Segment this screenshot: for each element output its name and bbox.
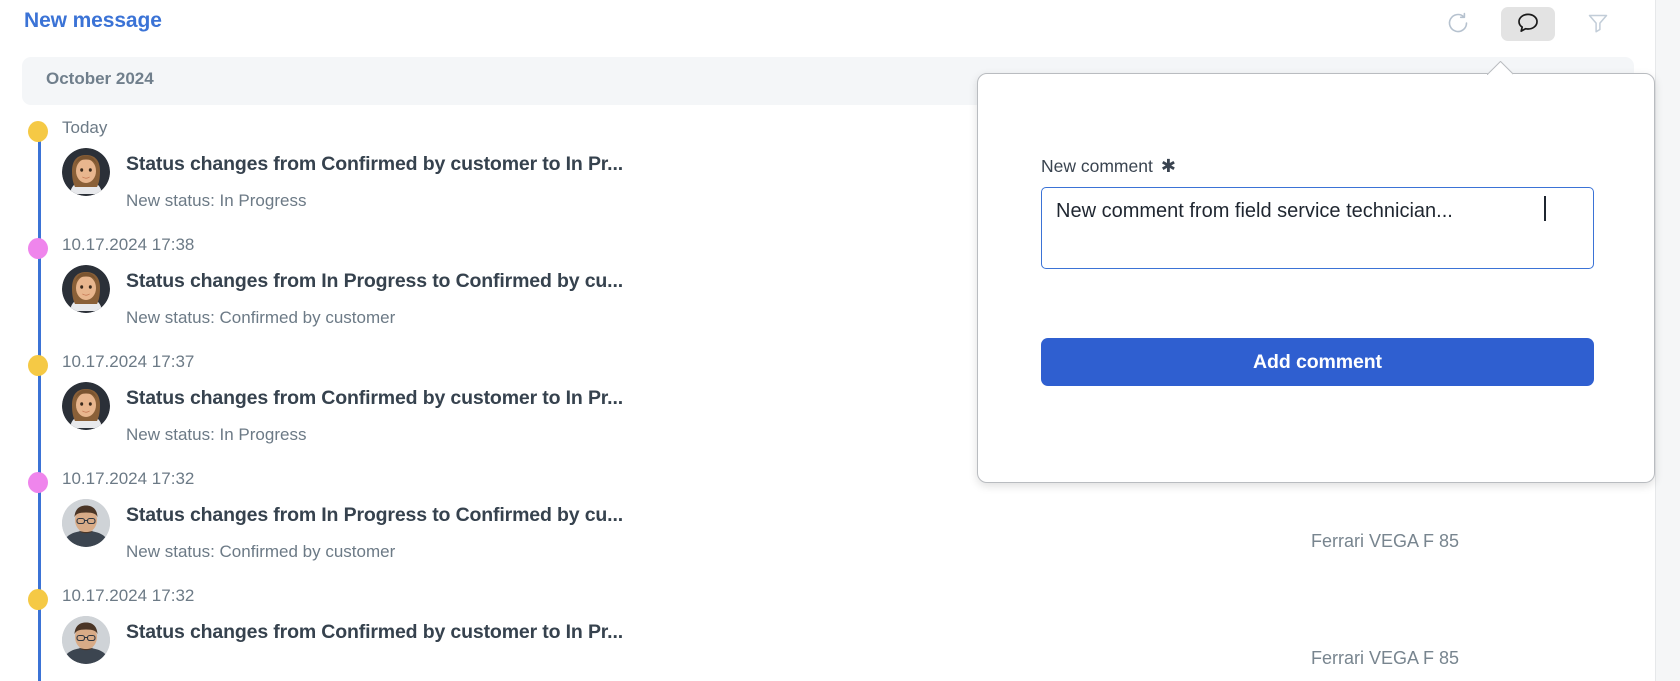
timeline-entry[interactable]: 10.17.2024 17:32 Status changes from Conf… bbox=[0, 586, 1655, 681]
new-comment-label: New comment ✱ bbox=[1041, 156, 1176, 177]
timeline-entry-timestamp: Today bbox=[62, 118, 108, 137]
timeline-status-dot bbox=[28, 355, 48, 376]
popover-body: New comment ✱ Add comment bbox=[978, 74, 1654, 482]
refresh-icon bbox=[1446, 11, 1470, 38]
add-comment-button[interactable]: Add comment bbox=[1041, 338, 1594, 386]
timeline-entry-subtitle: New status: In Progress bbox=[126, 191, 307, 210]
avatar bbox=[62, 265, 110, 313]
comments-timeline-screen: New message October 2024 Today Status ch… bbox=[0, 0, 1680, 681]
comments-button[interactable] bbox=[1501, 7, 1555, 41]
avatar bbox=[62, 499, 110, 547]
text-cursor bbox=[1544, 196, 1546, 221]
filter-button[interactable] bbox=[1571, 7, 1625, 41]
timeline-entry-asset: Ferrari VEGA F 85 bbox=[1310, 648, 1460, 668]
timeline-entry-subtitle: New status: In Progress bbox=[126, 425, 307, 444]
page-header: New message bbox=[0, 0, 1655, 52]
new-comment-popover: New comment ✱ Add comment bbox=[977, 73, 1655, 483]
popover-arrow bbox=[1487, 61, 1513, 75]
timeline-entry-subtitle: New status: Confirmed by customer bbox=[126, 542, 396, 561]
timeline-entry-timestamp: 10.17.2024 17:32 bbox=[62, 469, 195, 488]
timeline-status-dot bbox=[28, 238, 48, 259]
avatar bbox=[62, 616, 110, 664]
timeline-entry-timestamp: 10.17.2024 17:32 bbox=[62, 586, 195, 605]
timeline-entry[interactable]: 10.17.2024 17:32 Status changes from In P… bbox=[0, 469, 1655, 586]
timeline-status-dot bbox=[28, 121, 48, 142]
avatar bbox=[62, 382, 110, 430]
filter-icon bbox=[1585, 10, 1611, 39]
timeline-entry-subtitle: New status: Confirmed by customer bbox=[126, 308, 396, 327]
timeline-entry-title: Status changes from Confirmed by custome… bbox=[126, 153, 623, 175]
month-label: October 2024 bbox=[46, 69, 154, 88]
avatar bbox=[62, 148, 110, 196]
timeline-status-dot bbox=[28, 589, 48, 610]
timeline-entry-title: Status changes from Confirmed by custome… bbox=[126, 387, 623, 409]
timeline-entry-title: Status changes from Confirmed by custome… bbox=[126, 621, 623, 643]
header-toolbar bbox=[1431, 2, 1625, 46]
refresh-button[interactable] bbox=[1431, 7, 1485, 41]
new-comment-input[interactable] bbox=[1041, 187, 1594, 269]
page-title: New message bbox=[24, 9, 162, 32]
comment-icon bbox=[1515, 10, 1541, 39]
required-asterisk-icon: ✱ bbox=[1160, 156, 1176, 176]
timeline-entry-timestamp: 10.17.2024 17:38 bbox=[62, 235, 195, 254]
new-comment-label-text: New comment bbox=[1041, 156, 1153, 176]
timeline-entry-title: Status changes from In Progress to Confi… bbox=[126, 504, 623, 526]
timeline-entry-asset: Ferrari VEGA F 85 bbox=[1310, 531, 1460, 551]
timeline-status-dot bbox=[28, 472, 48, 493]
vertical-scrollbar[interactable] bbox=[1655, 0, 1680, 681]
timeline-entry-title: Status changes from In Progress to Confi… bbox=[126, 270, 623, 292]
timeline-entry-timestamp: 10.17.2024 17:37 bbox=[62, 352, 195, 371]
